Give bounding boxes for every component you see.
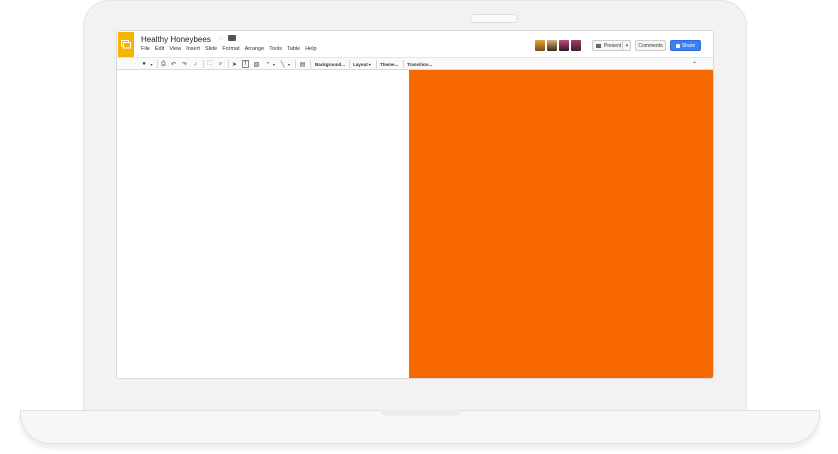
- print-icon[interactable]: ⎙: [160, 60, 167, 68]
- chevron-down-icon: ▾: [625, 42, 629, 49]
- transition-button[interactable]: Transition...: [407, 59, 432, 69]
- menu-arrange[interactable]: Arrange: [245, 46, 265, 52]
- star-icon[interactable]: ☆: [218, 34, 224, 42]
- share-label: Share: [681, 42, 696, 49]
- toolbar-divider: [157, 60, 158, 68]
- laptop-camera: [470, 14, 518, 23]
- avatar[interactable]: [571, 40, 581, 51]
- slides-logo-icon[interactable]: [118, 32, 134, 57]
- select-icon[interactable]: ➤: [231, 60, 238, 68]
- slides-glyph: [121, 40, 131, 49]
- collapse-icon[interactable]: ⌃: [691, 60, 698, 68]
- menu-bar: File Edit View Insert Slide Format Arran…: [141, 46, 322, 52]
- toolbar: ● ▾ ⎙ ↶ ↷ ⸙ ⛶ ⌕ ➤ T ▨ ◔ ▾ ╲ ▾ ▤ Backgrou…: [117, 57, 713, 70]
- app-window: Healthy Honeybees ☆ File Edit View Inser…: [116, 30, 714, 379]
- shape-dropdown-icon[interactable]: ▾: [272, 60, 276, 68]
- avatar[interactable]: [547, 40, 557, 51]
- title-bar: Healthy Honeybees ☆ File Edit View Inser…: [117, 31, 713, 57]
- toolbar-divider: [403, 60, 404, 68]
- menu-insert[interactable]: Insert: [186, 46, 200, 52]
- chevron-down-icon: ▾: [368, 61, 371, 67]
- avatar[interactable]: [535, 40, 545, 51]
- menu-format[interactable]: Format: [222, 46, 239, 52]
- toolbar-divider: [376, 60, 377, 68]
- slide-left-panel[interactable]: [117, 70, 409, 378]
- undo-icon[interactable]: ↶: [170, 60, 177, 68]
- theme-button[interactable]: Theme...: [380, 59, 398, 69]
- menu-file[interactable]: File: [141, 46, 150, 52]
- toolbar-divider: [228, 60, 229, 68]
- shape-icon[interactable]: ◔: [264, 60, 271, 68]
- toolbar-divider: [203, 60, 204, 68]
- menu-edit[interactable]: Edit: [155, 46, 164, 52]
- toolbar-divider: [349, 60, 350, 68]
- present-icon: [596, 43, 601, 48]
- image-icon[interactable]: ▨: [253, 60, 260, 68]
- folder-icon[interactable]: [228, 35, 236, 41]
- slide-canvas[interactable]: [117, 70, 713, 378]
- toolbar-divider: [295, 60, 296, 68]
- slide-orange-panel[interactable]: [409, 70, 713, 378]
- new-slide-icon[interactable]: ●: [141, 60, 147, 68]
- text-box-icon[interactable]: T: [242, 60, 249, 68]
- toolbar-divider: [310, 60, 311, 68]
- laptop-base: [20, 410, 820, 444]
- present-label: Present: [604, 42, 622, 49]
- layout-label: Layout: [353, 61, 368, 67]
- menu-slide[interactable]: Slide: [205, 46, 217, 52]
- share-lock-icon: [675, 43, 680, 48]
- avatar[interactable]: [559, 40, 569, 51]
- menu-tools[interactable]: Tools: [269, 46, 282, 52]
- line-dropdown-icon[interactable]: ▾: [287, 60, 291, 68]
- layout-button[interactable]: Layout ▾: [353, 59, 371, 69]
- share-button[interactable]: Share: [670, 40, 701, 51]
- menu-view[interactable]: View: [169, 46, 181, 52]
- background-button[interactable]: Background...: [315, 59, 345, 69]
- zoom-icon[interactable]: ⌕: [217, 60, 224, 68]
- comments-button[interactable]: Comments: [635, 40, 666, 51]
- new-slide-dropdown-icon[interactable]: ▾: [149, 60, 154, 68]
- fit-icon[interactable]: ⛶: [206, 60, 213, 68]
- line-icon[interactable]: ╲: [279, 60, 286, 68]
- laptop-base-notch: [381, 410, 461, 416]
- menu-table[interactable]: Table: [287, 46, 300, 52]
- collaborator-avatars: [535, 40, 581, 51]
- menu-help[interactable]: Help: [305, 46, 316, 52]
- document-title[interactable]: Healthy Honeybees: [141, 35, 211, 44]
- redo-icon[interactable]: ↷: [181, 60, 188, 68]
- comment-icon[interactable]: ▤: [299, 60, 306, 68]
- paint-format-icon[interactable]: ⸙: [192, 60, 199, 68]
- present-dropdown-button[interactable]: ▾: [622, 40, 631, 51]
